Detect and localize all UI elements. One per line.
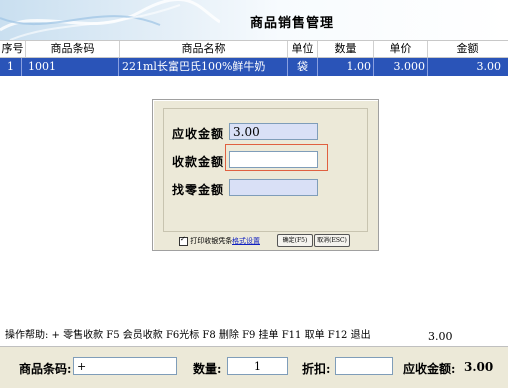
qty-label: 数量: (193, 362, 222, 376)
column-header-barcode[interactable]: 商品条码 (26, 41, 120, 57)
change-field[interactable] (229, 179, 318, 196)
row-amount: 3.00 (476, 60, 502, 73)
help-text: 操作帮助: + 零售收款 F5 会员收款 F6光标 F8 删除 F9 挂单 F1… (5, 330, 371, 341)
received-label: 收款金额 (172, 155, 225, 169)
column-header-no[interactable]: 序号 (0, 41, 26, 57)
row-name: 221ml长富巴氏100%鲜牛奶 (120, 58, 288, 76)
barcode-input[interactable] (73, 357, 177, 375)
change-label: 找零金额 (172, 183, 225, 197)
row-barcode: 1001 (26, 58, 119, 76)
bottom-bar: 商品条码: 数量: 折扣: 应收金额: 3.00 (0, 346, 508, 388)
page-title: 商品销售管理 (250, 16, 335, 31)
summary-total: 3.00 (428, 330, 453, 343)
format-settings-link[interactable]: 格式设置 (232, 236, 260, 246)
payment-dialog: 应收金额 收款金额 找零金额 打印收银凭条 格式设置 确定(F5) 取消(ESC… (152, 99, 379, 251)
cancel-button[interactable]: 取消(ESC) (314, 234, 350, 247)
column-header-unit[interactable]: 单位 (288, 41, 318, 57)
received-amount-input[interactable] (229, 151, 318, 168)
qty-input[interactable] (227, 357, 288, 375)
column-header-name[interactable]: 商品名称 (120, 41, 288, 57)
barcode-label: 商品条码: (19, 362, 72, 376)
table-header: 序号 商品条码 商品名称 单位 数量 单价 金额 (0, 40, 508, 58)
confirm-button[interactable]: 确定(F5) (277, 234, 313, 247)
discount-input[interactable] (335, 357, 393, 375)
row-unit: 袋 (288, 58, 318, 76)
decorative-swirl (0, 0, 220, 40)
checkbox-checked-icon (179, 235, 188, 246)
receivable-label: 应收金额 (172, 127, 225, 141)
print-receipt-label: 打印收银凭条 (190, 237, 233, 245)
column-header-amount[interactable]: 金额 (428, 41, 507, 57)
bottom-receivable-value: 3.00 (464, 360, 494, 374)
row-price: 3.000 (374, 58, 428, 76)
discount-label: 折扣: (302, 362, 331, 376)
column-header-price[interactable]: 单价 (374, 41, 428, 57)
table-row[interactable]: 1 1001 221ml长富巴氏100%鲜牛奶 袋 1.00 3.000 3.0… (0, 58, 508, 76)
print-receipt-checkbox[interactable]: 打印收银凭条 (179, 235, 233, 246)
row-qty: 1.00 (318, 58, 374, 76)
receivable-field[interactable] (229, 123, 318, 140)
bottom-receivable-label: 应收金额: (403, 362, 456, 376)
row-no: 1 (0, 58, 22, 76)
column-header-qty[interactable]: 数量 (318, 41, 374, 57)
title-banner: 商品销售管理 (0, 0, 508, 40)
